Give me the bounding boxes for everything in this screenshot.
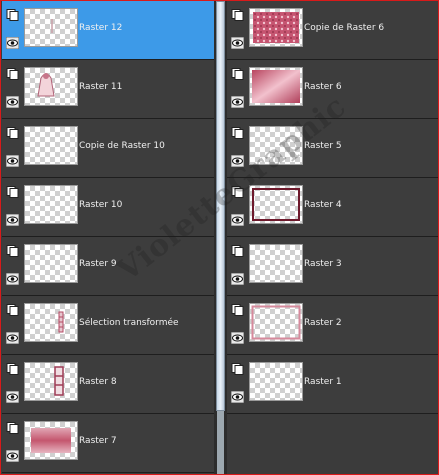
panel-splitter	[214, 1, 227, 474]
layer-thumbnail	[24, 185, 78, 224]
layer-name: Copie de Raster 6	[304, 23, 385, 33]
visibility-eye-icon[interactable]	[5, 34, 20, 50]
layer-name: Raster 7	[79, 436, 117, 446]
visibility-eye-icon[interactable]	[230, 211, 245, 227]
layer-row[interactable]: Raster 1	[227, 355, 438, 414]
layer-name: Copie de Raster 10	[79, 141, 165, 151]
layer-icon[interactable]	[231, 65, 244, 80]
visibility-eye-icon[interactable]	[230, 388, 245, 404]
layer-thumbnail	[24, 421, 78, 460]
layer-icon[interactable]	[6, 124, 19, 139]
scrollbar-thumb[interactable]	[216, 1, 225, 411]
layer-thumbnail	[249, 8, 303, 47]
layer-thumbnail	[249, 244, 303, 283]
layer-row[interactable]: Raster 9	[2, 237, 214, 296]
layers-palette: Raster 12 Raster 11 Copie de Raster 10 Rast…	[0, 0, 439, 475]
layer-thumbnail	[24, 126, 78, 165]
visibility-eye-icon[interactable]	[5, 447, 20, 463]
visibility-eye-icon[interactable]	[5, 329, 20, 345]
layer-icon[interactable]	[6, 65, 19, 80]
layer-name: Raster 6	[304, 82, 342, 92]
visibility-eye-icon[interactable]	[230, 34, 245, 50]
layer-thumbnail	[249, 185, 303, 224]
layer-thumbnail	[249, 67, 303, 106]
layer-row[interactable]: Raster 6	[227, 60, 438, 119]
layer-thumbnail	[249, 362, 303, 401]
layer-name: Raster 12	[79, 23, 123, 33]
layer-name: Raster 10	[79, 200, 123, 210]
layer-name: Sélection transformée	[79, 318, 179, 328]
layer-thumbnail	[24, 67, 78, 106]
layer-icon[interactable]	[231, 183, 244, 198]
layer-row[interactable]: Copie de Raster 6	[227, 1, 438, 60]
layer-row[interactable]: Raster 5	[227, 119, 438, 178]
layer-icon[interactable]	[231, 124, 244, 139]
layer-row[interactable]: Raster 3	[227, 237, 438, 296]
layer-row[interactable]: Raster 10	[2, 178, 214, 237]
layer-thumbnail	[249, 126, 303, 165]
layer-thumbnail	[249, 303, 303, 342]
layer-icon[interactable]	[6, 183, 19, 198]
visibility-eye-icon[interactable]	[5, 388, 20, 404]
layer-name: Raster 2	[304, 318, 342, 328]
layer-name: Raster 11	[79, 82, 123, 92]
layer-thumbnail	[24, 303, 78, 342]
visibility-eye-icon[interactable]	[5, 93, 20, 109]
layer-icon[interactable]	[231, 6, 244, 21]
visibility-eye-icon[interactable]	[230, 329, 245, 345]
layer-row[interactable]: Copie de Raster 10	[2, 119, 214, 178]
layer-icon[interactable]	[6, 360, 19, 375]
layer-thumbnail	[24, 244, 78, 283]
layer-row[interactable]: Raster 8	[2, 355, 214, 414]
layer-row[interactable]: Raster 7	[2, 414, 214, 473]
layer-name: Raster 8	[79, 377, 117, 387]
layer-name: Raster 1	[304, 377, 342, 387]
layer-name: Raster 3	[304, 259, 342, 269]
layer-name: Raster 9	[79, 259, 117, 269]
layer-name: Raster 4	[304, 200, 342, 210]
layer-icon[interactable]	[231, 301, 244, 316]
layer-icon[interactable]	[6, 301, 19, 316]
visibility-eye-icon[interactable]	[5, 152, 20, 168]
layer-icon[interactable]	[231, 360, 244, 375]
visibility-eye-icon[interactable]	[230, 93, 245, 109]
layer-row[interactable]: Raster 11	[2, 60, 214, 119]
visibility-eye-icon[interactable]	[5, 270, 20, 286]
layer-icon[interactable]	[6, 242, 19, 257]
layer-row[interactable]: Raster 4	[227, 178, 438, 237]
visibility-eye-icon[interactable]	[230, 152, 245, 168]
layer-icon[interactable]	[231, 242, 244, 257]
layer-icon[interactable]	[6, 6, 19, 21]
layer-row[interactable]: Raster 12	[2, 1, 214, 60]
layer-icon[interactable]	[6, 419, 19, 434]
layer-thumbnail	[24, 362, 78, 401]
layer-thumbnail	[24, 8, 78, 47]
layers-column-left: Raster 12 Raster 11 Copie de Raster 10 Rast…	[2, 1, 214, 474]
layer-row[interactable]: Raster 2	[227, 296, 438, 355]
visibility-eye-icon[interactable]	[5, 211, 20, 227]
layer-name: Raster 5	[304, 141, 342, 151]
visibility-eye-icon[interactable]	[230, 270, 245, 286]
layers-column-right: Copie de Raster 6 Raster 6 Raster 5 Raster …	[227, 1, 438, 474]
layer-row[interactable]: Sélection transformée	[2, 296, 214, 355]
